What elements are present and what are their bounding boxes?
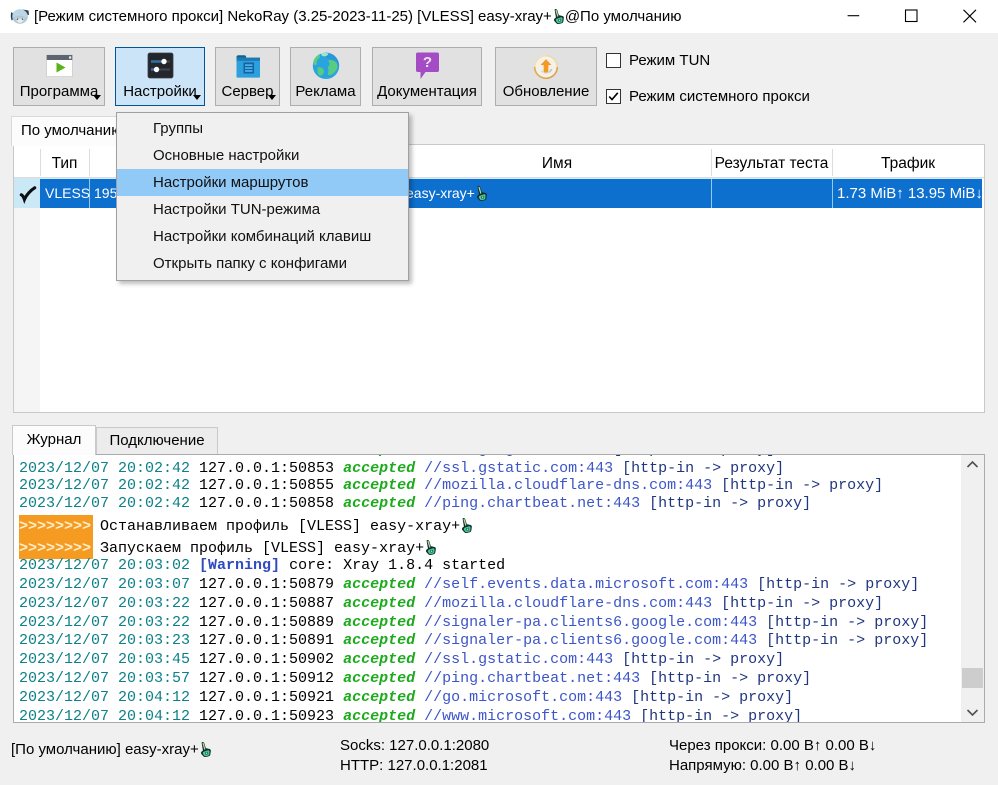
svg-text:?: ? — [422, 54, 431, 71]
